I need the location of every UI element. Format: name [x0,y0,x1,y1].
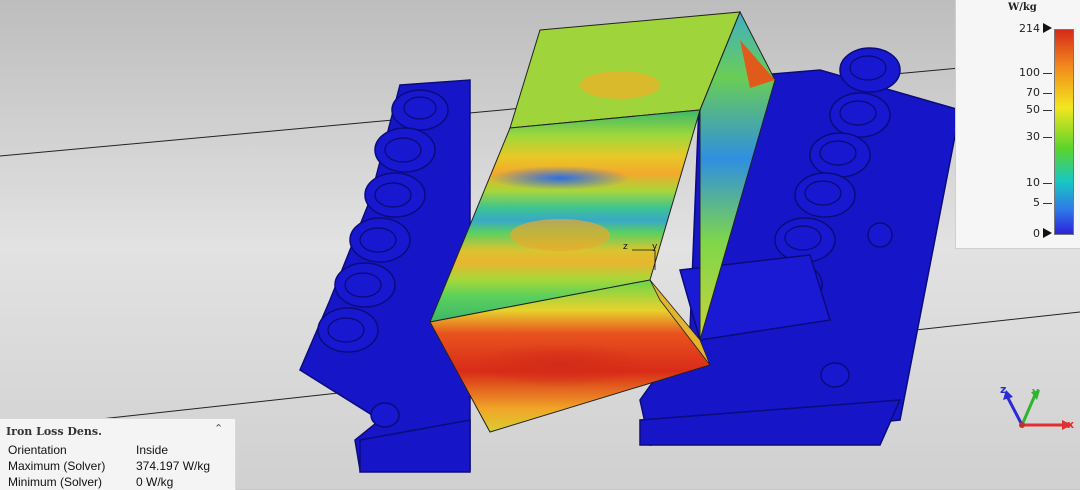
legend-tick: 10 [1026,176,1040,189]
3d-viewport[interactable]: z y x y z [0,0,1080,489]
legend-tick: 5 [1033,196,1040,209]
coldspot [490,166,630,190]
legend-tick-mark [1043,110,1052,111]
collapse-chevron-icon[interactable]: ⌃ [214,422,223,435]
legend-tick: 0 [1033,227,1040,240]
legend-tick-mark [1043,137,1052,138]
info-title: Iron Loss Dens. [6,425,102,438]
info-label-maximum: Maximum (Solver) [8,459,106,473]
center-axis-z: z [623,242,628,252]
legend-min-marker[interactable] [1043,228,1052,238]
info-label-minimum: Minimum (Solver) [8,475,103,489]
legend-tick-mark [1043,183,1052,184]
center-axis-y: y [652,242,658,252]
legend-color-bar [1054,29,1074,235]
info-label-orientation: Orientation [8,443,67,457]
legend-tick: 50 [1026,103,1040,116]
hotspot [510,219,610,251]
legend-unit: W/kg [1008,2,1037,13]
legend-tick-mark [1043,93,1052,94]
z-axis-label: z [1000,383,1006,396]
legend-tick: 100 [1019,66,1040,79]
legend-tick-mark [1043,203,1052,204]
legend-max-label: 214 [1019,22,1040,35]
info-value-maximum: 374.197 W/kg [136,459,211,473]
info-value-orientation: Inside [136,443,169,457]
hotspot [470,343,650,387]
legend-tick: 70 [1026,86,1040,99]
y-axis-label: y [1032,385,1039,398]
legend-tick: 30 [1026,130,1040,143]
hotspot [580,71,660,99]
legend-max-marker[interactable] [1043,23,1052,33]
legend-tick-mark [1043,73,1052,74]
result-info-panel: Iron Loss Dens. ⌃ Orientation Inside Max… [0,418,236,490]
x-axis-label: x [1067,418,1074,431]
info-value-minimum: 0 W/kg [136,475,174,489]
